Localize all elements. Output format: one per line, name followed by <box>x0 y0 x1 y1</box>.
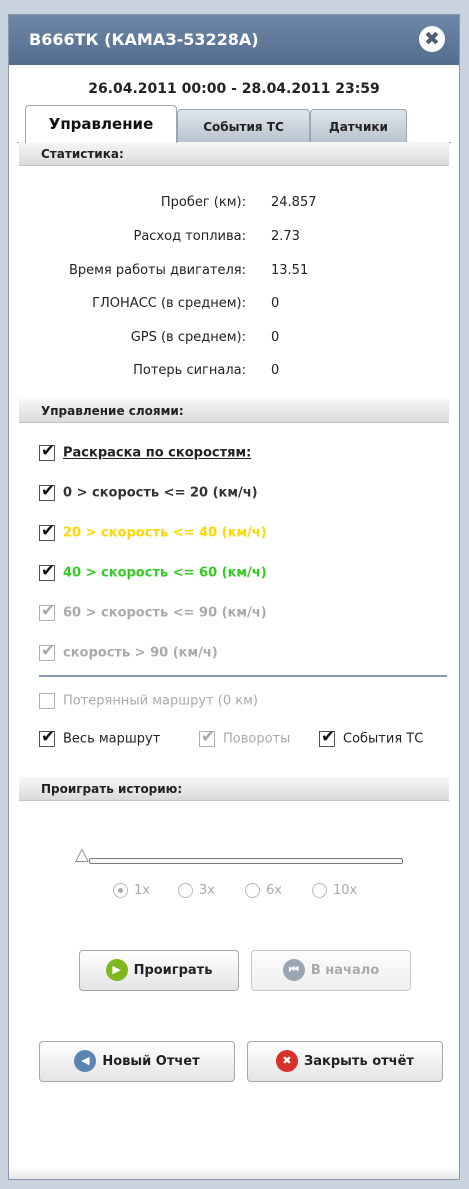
speed-range-checkbox[interactable]: ✔ <box>39 521 55 541</box>
speed-range-row[interactable]: ✔ 0 > скорость <= 20 (км/ч) <box>39 481 258 501</box>
new-report-label: Новый Отчет <box>102 1054 200 1069</box>
new-report-button[interactable]: ◀ Новый Отчет <box>39 1041 235 1082</box>
stat-label: Пробег (км): <box>160 195 246 210</box>
speed-label: 10x <box>333 883 358 898</box>
radio-icon[interactable] <box>178 883 193 898</box>
speed-option-10x[interactable]: 10x <box>312 883 357 898</box>
checkmark-icon: ✔ <box>41 561 56 581</box>
checkmark-icon: ✔ <box>201 727 216 747</box>
speed-option-1x[interactable]: 1x <box>113 883 150 898</box>
panel-footer <box>9 1167 459 1179</box>
lost-route-row[interactable]: Потерянный маршрут (0 км) <box>39 693 258 709</box>
stat-value: 0 <box>271 363 280 378</box>
stat-value: 0 <box>271 330 280 345</box>
rewind-button[interactable]: ⏮ В начало <box>251 950 411 991</box>
speed-coloring-checkbox[interactable]: ✔ <box>39 441 55 461</box>
checkmark-icon: ✔ <box>41 441 56 461</box>
stat-label: Потерь сигнала: <box>133 363 246 378</box>
speed-coloring-label[interactable]: Раскраска по скоростям: <box>63 446 251 461</box>
speed-coloring-row[interactable]: ✔ Раскраска по скоростям: <box>39 441 251 461</box>
close-circle-icon: ✖ <box>276 1049 299 1072</box>
whole-route-label: Весь маршрут <box>63 731 161 747</box>
speed-range-label: 0 > скорость <= 20 (км/ч) <box>63 485 258 501</box>
speed-range-label: скорость > 90 (км/ч) <box>63 645 218 661</box>
speed-range-checkbox[interactable]: ✔ <box>39 481 55 501</box>
speed-range-row[interactable]: ✔ 40 > скорость <= 60 (км/ч) <box>39 561 267 581</box>
speed-range-label: 60 > скорость <= 90 (км/ч) <box>63 605 267 621</box>
radio-icon[interactable] <box>245 883 260 898</box>
checkmark-icon: ✔ <box>41 641 56 661</box>
speed-range-checkbox[interactable]: ✔ <box>39 561 55 581</box>
vehicle-events-checkbox[interactable]: ✔ <box>319 727 335 747</box>
speed-option-3x[interactable]: 3x <box>178 883 215 898</box>
rewind-icon: ⏮ <box>282 958 305 981</box>
layers-heading: Управление слоями: <box>19 399 449 423</box>
date-range: 26.04.2011 00:00 - 28.04.2011 23:59 <box>88 81 380 97</box>
title-bar: В666ТК (КАМАЗ-53228А) ✖ <box>9 15 459 65</box>
tab-bar: Управление События ТС Датчики <box>25 105 445 143</box>
speed-range-row[interactable]: ✔ 60 > скорость <= 90 (км/ч) <box>39 601 267 621</box>
checkmark-icon: ✔ <box>321 727 336 747</box>
speed-range-label: 20 > скорость <= 40 (км/ч) <box>63 525 267 541</box>
vehicle-events-label: События ТС <box>343 731 424 747</box>
turns-row[interactable]: ✔ Повороты <box>199 727 291 747</box>
stat-label: GPS (в среднем): <box>130 330 246 345</box>
layers-divider <box>39 675 447 677</box>
stat-label: Расход топлива: <box>133 229 246 244</box>
speed-option-6x[interactable]: 6x <box>245 883 282 898</box>
radio-selected-icon[interactable] <box>113 883 128 898</box>
stat-label: ГЛОНАСС (в среднем): <box>92 296 246 311</box>
play-button[interactable]: ▶ Проиграть <box>79 950 239 991</box>
speed-range-row[interactable]: ✔ 20 > скорость <= 40 (км/ч) <box>39 521 267 541</box>
playback-slider-track[interactable] <box>89 858 403 864</box>
close-report-button[interactable]: ✖ Закрыть отчёт <box>247 1041 443 1082</box>
tab-sensors[interactable]: Датчики <box>310 109 407 142</box>
speed-range-label: 40 > скорость <= 60 (км/ч) <box>63 565 267 581</box>
playback-heading: Проиграть историю: <box>19 777 449 801</box>
stat-value: 13.51 <box>271 263 309 278</box>
speed-label: 6x <box>266 883 282 898</box>
radio-icon[interactable] <box>312 883 327 898</box>
window-title: В666ТК (КАМАЗ-53228А) <box>29 30 259 49</box>
turns-label: Повороты <box>223 731 291 747</box>
checkmark-icon: ✔ <box>41 601 56 621</box>
whole-route-checkbox[interactable]: ✔ <box>39 727 55 747</box>
back-arrow-icon: ◀ <box>74 1049 97 1072</box>
stat-value: 2.73 <box>271 229 300 244</box>
checkmark-icon: ✔ <box>41 521 56 541</box>
vehicle-events-row[interactable]: ✔ События ТС <box>319 727 424 747</box>
slider-thumb-icon[interactable]: △ <box>75 844 89 865</box>
checkmark-icon: ✔ <box>41 727 56 747</box>
speed-label: 1x <box>134 883 150 898</box>
close-report-label: Закрыть отчёт <box>304 1054 414 1069</box>
statistics-heading: Статистика: <box>19 142 449 166</box>
speed-range-checkbox[interactable]: ✔ <box>39 641 55 661</box>
rewind-label: В начало <box>310 963 380 978</box>
whole-route-row[interactable]: ✔ Весь маршрут <box>39 727 161 747</box>
close-icon[interactable]: ✖ <box>419 26 445 52</box>
stat-value: 0 <box>271 296 280 311</box>
speed-range-row[interactable]: ✔ скорость > 90 (км/ч) <box>39 641 218 661</box>
lost-route-checkbox[interactable] <box>39 693 55 709</box>
lost-route-label: Потерянный маршрут (0 км) <box>63 693 258 709</box>
play-icon: ▶ <box>105 958 128 981</box>
report-panel: В666ТК (КАМАЗ-53228А) ✖ 26.04.2011 00:00… <box>8 14 460 1180</box>
stat-value: 24.857 <box>271 195 317 210</box>
stat-label: Время работы двигателя: <box>68 263 246 278</box>
checkmark-icon: ✔ <box>41 481 56 501</box>
speed-label: 3x <box>199 883 215 898</box>
play-label: Проиграть <box>133 963 213 978</box>
turns-checkbox[interactable]: ✔ <box>199 727 215 747</box>
tab-management[interactable]: Управление <box>25 105 177 143</box>
speed-range-checkbox[interactable]: ✔ <box>39 601 55 621</box>
tab-vehicle-events[interactable]: События ТС <box>177 109 310 142</box>
